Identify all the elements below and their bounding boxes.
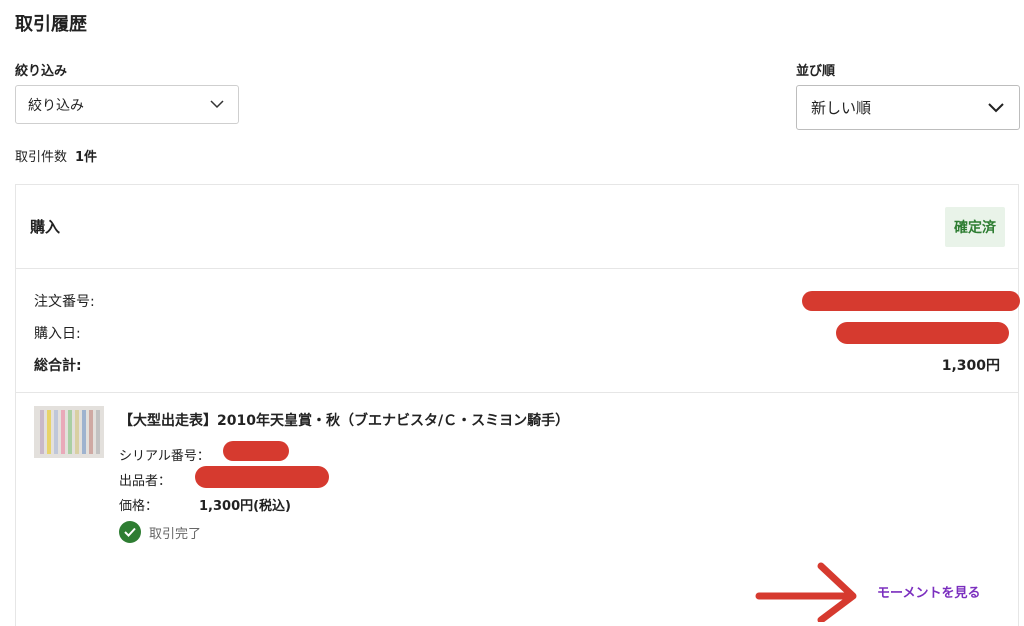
transaction-count: 取引件数 1件 — [15, 146, 97, 165]
seller-label: 出品者： — [119, 474, 172, 489]
sort-label: 並び順 — [796, 64, 836, 79]
chevron-down-icon — [208, 96, 226, 114]
order-number-label: 注文番号: — [34, 294, 95, 310]
arrow-right-annotation — [755, 562, 857, 622]
view-moment-link[interactable]: モーメントを見る — [877, 582, 980, 601]
filter-label: 絞り込み — [15, 64, 68, 79]
transaction-count-value: 1件 — [75, 150, 98, 165]
serial-label: シリアル番号： — [119, 449, 210, 464]
total-value: 1,300円 — [941, 358, 1000, 374]
check-circle-icon — [119, 521, 141, 543]
trade-status-text: 取引完了 — [149, 526, 202, 542]
total-label: 総合計: — [34, 358, 82, 374]
sort-select[interactable]: 新しい順 — [796, 85, 1020, 130]
transaction-type: 購入 — [30, 218, 61, 236]
filter-select[interactable]: 絞り込み — [15, 85, 239, 124]
transaction-card: 購入 確定済 注文番号: 購入日: 総合計: 1,300円 【大型出走表】201… — [15, 184, 1020, 626]
price-value: 1,300円(税込) — [199, 499, 292, 514]
purchase-date-redaction — [836, 322, 1009, 344]
trade-status: 取引完了 — [119, 521, 201, 543]
filter-select-value: 絞り込み — [28, 97, 84, 114]
order-number-redaction — [802, 291, 1020, 311]
purchase-date-label: 購入日: — [34, 326, 81, 342]
seller-redaction — [195, 466, 329, 488]
item-title: 【大型出走表】2010年天皇賞・秋（ブエナビスタ/Ｃ・スミヨン騎手） — [119, 413, 570, 429]
chevron-down-icon — [987, 99, 1005, 117]
item-thumbnail[interactable] — [34, 406, 104, 458]
transaction-count-label: 取引件数 — [15, 150, 68, 165]
status-badge: 確定済 — [945, 206, 1005, 247]
serial-redaction — [223, 441, 289, 461]
page-title: 取引履歴 — [15, 14, 87, 35]
price-label: 価格： — [119, 499, 159, 514]
order-summary: 注文番号: 購入日: 総合計: 1,300円 — [16, 269, 1020, 393]
sort-select-value: 新しい順 — [811, 99, 872, 117]
transaction-card-header: 購入 確定済 — [16, 185, 1018, 269]
